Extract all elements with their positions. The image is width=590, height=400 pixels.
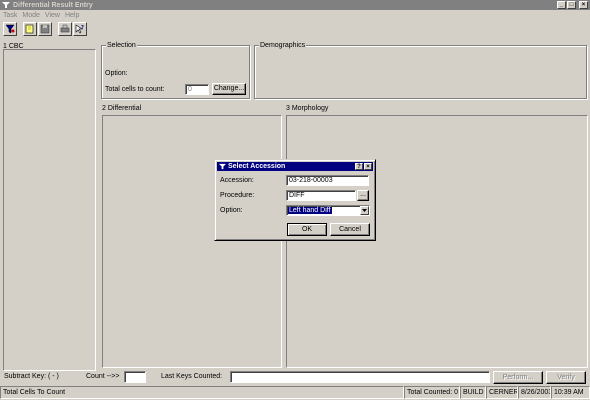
status-bar: Total Cells To Count Total Counted: 0 BU… bbox=[0, 386, 590, 400]
selection-group: Selection Option: Total cells to count: … bbox=[101, 42, 250, 99]
differential-panel-label: 2 Differential bbox=[102, 105, 142, 112]
status-time: 10:39 AM bbox=[551, 386, 590, 399]
procedure-label: Procedure: bbox=[220, 192, 255, 199]
filter-button[interactable] bbox=[3, 22, 17, 36]
status-date: 8/26/2003 bbox=[518, 386, 551, 399]
selection-option-label: Option: bbox=[105, 70, 128, 77]
print-button[interactable] bbox=[58, 22, 72, 36]
window-title: Differential Result Entry bbox=[13, 1, 93, 9]
demographics-group: Demographics bbox=[254, 42, 587, 99]
procedure-browse-button[interactable]: ... bbox=[357, 190, 369, 201]
morphology-panel-label: 3 Morphology bbox=[286, 105, 329, 112]
print-icon bbox=[60, 24, 70, 33]
context-help-button[interactable]: ? bbox=[73, 22, 87, 36]
dialog-title: Select Accession bbox=[228, 163, 286, 170]
status-message: Total Cells To Count bbox=[0, 386, 404, 399]
demographics-group-label: Demographics bbox=[259, 42, 307, 49]
maximize-button[interactable]: □ bbox=[567, 1, 576, 9]
save-button[interactable] bbox=[38, 22, 52, 36]
perform-button[interactable]: Perform... bbox=[493, 371, 543, 384]
accession-input[interactable]: 03-218-00003 bbox=[286, 175, 369, 186]
procedure-input[interactable]: DIFF bbox=[286, 190, 356, 201]
menu-task[interactable]: Task bbox=[3, 12, 17, 19]
option-label: Option: bbox=[220, 207, 243, 214]
filter-funnel-icon bbox=[5, 24, 15, 34]
dialog-titlebar: Select Accession ? × bbox=[217, 162, 373, 171]
morphology-panel bbox=[286, 115, 588, 368]
accession-label: Accession: bbox=[220, 177, 254, 184]
select-accession-dialog: Select Accession ? × Accession: 03-218-0… bbox=[214, 159, 376, 241]
count-row: Subtract Key: ( - ) Count -->> Last Keys… bbox=[0, 370, 590, 384]
option-dropdown-button[interactable] bbox=[360, 206, 369, 215]
open-button[interactable] bbox=[23, 22, 37, 36]
change-button[interactable]: Change... bbox=[212, 83, 246, 95]
window-titlebar: Differential Result Entry _ □ × bbox=[0, 0, 590, 10]
last-keys-input[interactable] bbox=[230, 371, 490, 383]
subtract-key-label: Subtract Key: ( - ) bbox=[4, 373, 59, 380]
count-label: Count -->> bbox=[86, 373, 120, 380]
svg-text:?: ? bbox=[81, 25, 84, 31]
help-cursor-icon: ? bbox=[75, 24, 84, 34]
minimize-button[interactable]: _ bbox=[557, 1, 566, 9]
option-select[interactable]: Left hand Diff bbox=[286, 205, 370, 216]
dialog-help-button[interactable]: ? bbox=[355, 163, 363, 170]
cbc-panel bbox=[3, 49, 96, 371]
app-icon bbox=[2, 2, 10, 8]
toolbar: ? bbox=[0, 21, 590, 37]
open-document-icon bbox=[25, 24, 34, 34]
dialog-close-button[interactable]: × bbox=[364, 163, 372, 170]
close-button[interactable]: × bbox=[579, 1, 588, 9]
save-disk-icon bbox=[40, 24, 50, 34]
menu-mode[interactable]: Mode bbox=[22, 12, 40, 19]
menu-bar: Task Mode View Help bbox=[0, 10, 590, 20]
status-total-counted: Total Counted: 0 bbox=[404, 386, 460, 399]
option-selected-value: Left hand Diff bbox=[288, 207, 332, 214]
chevron-down-icon bbox=[362, 209, 367, 212]
differential-panel bbox=[102, 115, 282, 368]
selection-group-label: Selection bbox=[106, 42, 137, 49]
total-cells-input[interactable]: 0 bbox=[185, 84, 209, 95]
count-input[interactable] bbox=[124, 371, 146, 383]
last-keys-label: Last Keys Counted: bbox=[161, 373, 223, 380]
menu-view[interactable]: View bbox=[45, 12, 60, 19]
ok-button[interactable]: OK bbox=[287, 223, 327, 236]
total-cells-label: Total cells to count: bbox=[105, 86, 165, 93]
menu-help[interactable]: Help bbox=[65, 12, 79, 19]
dialog-app-icon bbox=[219, 163, 226, 170]
status-system: CERNER bbox=[486, 386, 518, 399]
status-mode: BUILD bbox=[460, 386, 486, 399]
verify-button[interactable]: Verify bbox=[546, 371, 586, 384]
cancel-button[interactable]: Cancel bbox=[330, 223, 370, 236]
